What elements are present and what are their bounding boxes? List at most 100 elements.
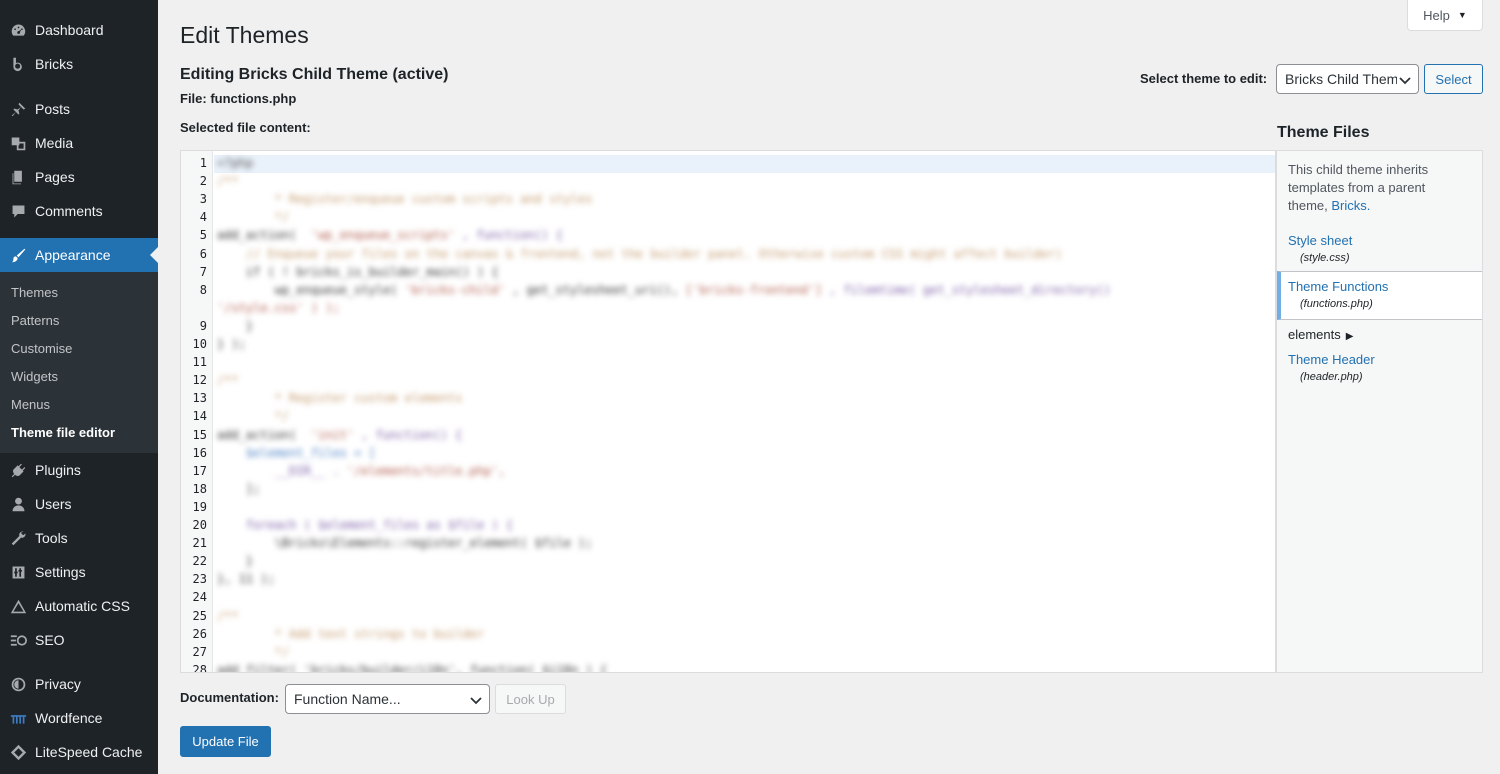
line-number: 23: [192, 572, 207, 587]
look-up-button[interactable]: Look Up: [495, 684, 566, 714]
code-token: * Add text strings to builder: [274, 626, 485, 641]
bricks-logo-icon: [8, 54, 28, 74]
page-title: Edit Themes: [180, 22, 309, 48]
admin-sidebar: Dashboard Bricks Posts Media Pages Comme…: [0, 0, 158, 774]
file-name-style-css: (style.css): [1300, 252, 1350, 264]
menu-label: Pages: [35, 169, 75, 185]
pushpin-icon: [8, 99, 28, 119]
menu-item-posts[interactable]: Posts: [0, 92, 158, 126]
line-number: 2: [199, 174, 207, 189]
line-number: 15: [192, 427, 207, 442]
line-number: 7: [199, 264, 207, 279]
line-number: 28: [192, 662, 207, 673]
menu-item-plugins[interactable]: Plugins: [0, 453, 158, 487]
line-number: 25: [192, 608, 207, 623]
line-number: 1: [199, 156, 207, 170]
folder-label: elements: [1288, 327, 1341, 342]
file-link-style-sheet[interactable]: Style sheet: [1288, 233, 1352, 248]
line-number: 21: [192, 536, 207, 551]
plugin-icon: [8, 460, 28, 480]
menu-label: Settings: [35, 564, 86, 580]
menu-label: Privacy: [35, 676, 81, 692]
line-number: 11: [192, 355, 207, 370]
line-number: 20: [192, 518, 207, 532]
folder-elements[interactable]: elements ▶: [1288, 327, 1353, 342]
menu-label: Plugins: [35, 462, 81, 478]
file-link-theme-header[interactable]: Theme Header: [1288, 352, 1375, 367]
function-select-value: Function Name...: [294, 691, 401, 707]
update-file-button[interactable]: Update File: [180, 726, 271, 757]
submenu-item-themes[interactable]: Themes: [11, 285, 58, 300]
line-number: 17: [192, 463, 207, 478]
submenu-item-patterns[interactable]: Patterns: [11, 313, 59, 328]
code-token: , filemtime( get_stylesheet_directory(): [829, 282, 1111, 297]
code-token: '/elements/title.php',: [346, 463, 506, 478]
menu-item-tools[interactable]: Tools: [0, 521, 158, 555]
documentation-function-select[interactable]: Function Name...: [285, 684, 490, 714]
file-link-theme-functions[interactable]: Theme Functions: [1288, 279, 1388, 294]
users-icon: [8, 494, 28, 514]
menu-item-bricks[interactable]: Bricks: [0, 47, 158, 81]
line-number: 16: [192, 445, 207, 460]
select-theme-button[interactable]: Select: [1424, 64, 1483, 94]
help-button[interactable]: Help ▼: [1407, 0, 1483, 31]
menu-item-users[interactable]: Users: [0, 487, 158, 521]
line-number: 18: [192, 481, 207, 496]
menu-label: Comments: [35, 203, 103, 219]
menu-item-comments[interactable]: Comments: [0, 194, 158, 228]
menu-item-wordfence[interactable]: Wordfence: [0, 701, 158, 735]
theme-select-value: Bricks Child Theme: [1285, 71, 1397, 87]
code-token: '/style.css' ) );: [217, 300, 340, 315]
menu-label: Tools: [35, 530, 68, 546]
theme-select-label: Select theme to edit:: [1140, 71, 1268, 86]
menu-item-dashboard[interactable]: Dashboard: [0, 13, 158, 47]
menu-item-seo[interactable]: SEO: [0, 623, 158, 657]
code-token: add_filter( 'bricks/builder/i18n', funct…: [217, 662, 608, 673]
code-token: /**: [217, 174, 239, 189]
appearance-submenu: Themes Patterns Customise Widgets Menus …: [0, 272, 158, 453]
menu-label: Dashboard: [35, 22, 104, 38]
menu-label: SEO: [35, 632, 65, 648]
media-icon: [8, 133, 28, 153]
theme-select[interactable]: Bricks Child Theme: [1276, 64, 1419, 94]
line-number: 12: [192, 373, 207, 388]
line-number: 19: [192, 499, 207, 514]
current-menu-arrow: [150, 247, 158, 263]
menu-item-privacy[interactable]: Privacy: [0, 667, 158, 701]
current-file-label: File: functions.php: [180, 91, 297, 106]
line-number: 4: [199, 210, 207, 225]
code-editor[interactable]: 1 2 3 4 5 6 7 8 9 10 11 12 13 14 15 16 17 18 19 20 21 22 23 24 2…: [180, 150, 1276, 673]
privacy-icon: [8, 674, 28, 694]
submenu-item-customise[interactable]: Customise: [11, 341, 72, 356]
submenu-item-theme-file-editor[interactable]: Theme file editor: [11, 425, 115, 440]
submenu-item-widgets[interactable]: Widgets: [11, 369, 58, 384]
menu-label: Posts: [35, 101, 71, 117]
code-token: $element_files = [: [245, 445, 376, 460]
menu-item-litespeed-cache[interactable]: LiteSpeed Cache: [0, 735, 158, 769]
line-number: 9: [199, 318, 207, 333]
menu-label: Wordfence: [35, 710, 103, 726]
wrench-icon: [8, 528, 28, 548]
code-token: * Register/enqueue custom scripts and st…: [274, 192, 593, 207]
code-token: __DIR__ .: [274, 463, 347, 478]
chevron-down-icon: [1399, 77, 1411, 85]
menu-item-automatic-css[interactable]: Automatic CSS: [0, 589, 158, 623]
menu-item-settings[interactable]: Settings: [0, 555, 158, 589]
code-token: }, 11 );: [217, 572, 275, 587]
menu-item-media[interactable]: Media: [0, 126, 158, 160]
menu-item-appearance[interactable]: Appearance: [0, 238, 158, 272]
parent-theme-link[interactable]: Bricks.: [1331, 198, 1370, 213]
triangle-icon: [8, 596, 28, 616]
code-token: add_action(: [217, 228, 304, 243]
code-token: if ( ! bricks_is_builder_main() ) {: [245, 264, 499, 279]
code-token: , function() {: [361, 427, 463, 442]
menu-item-pages[interactable]: Pages: [0, 160, 158, 194]
code-token: } );: [217, 337, 246, 351]
submenu-item-menus[interactable]: Menus: [11, 397, 50, 412]
line-number: 6: [199, 246, 207, 261]
line-number: 5: [199, 228, 207, 243]
seo-icon: [8, 630, 28, 650]
code-token: , get_stylesheet_uri(),: [512, 282, 686, 297]
code-token: }: [245, 554, 254, 569]
line-number: 26: [192, 626, 207, 641]
